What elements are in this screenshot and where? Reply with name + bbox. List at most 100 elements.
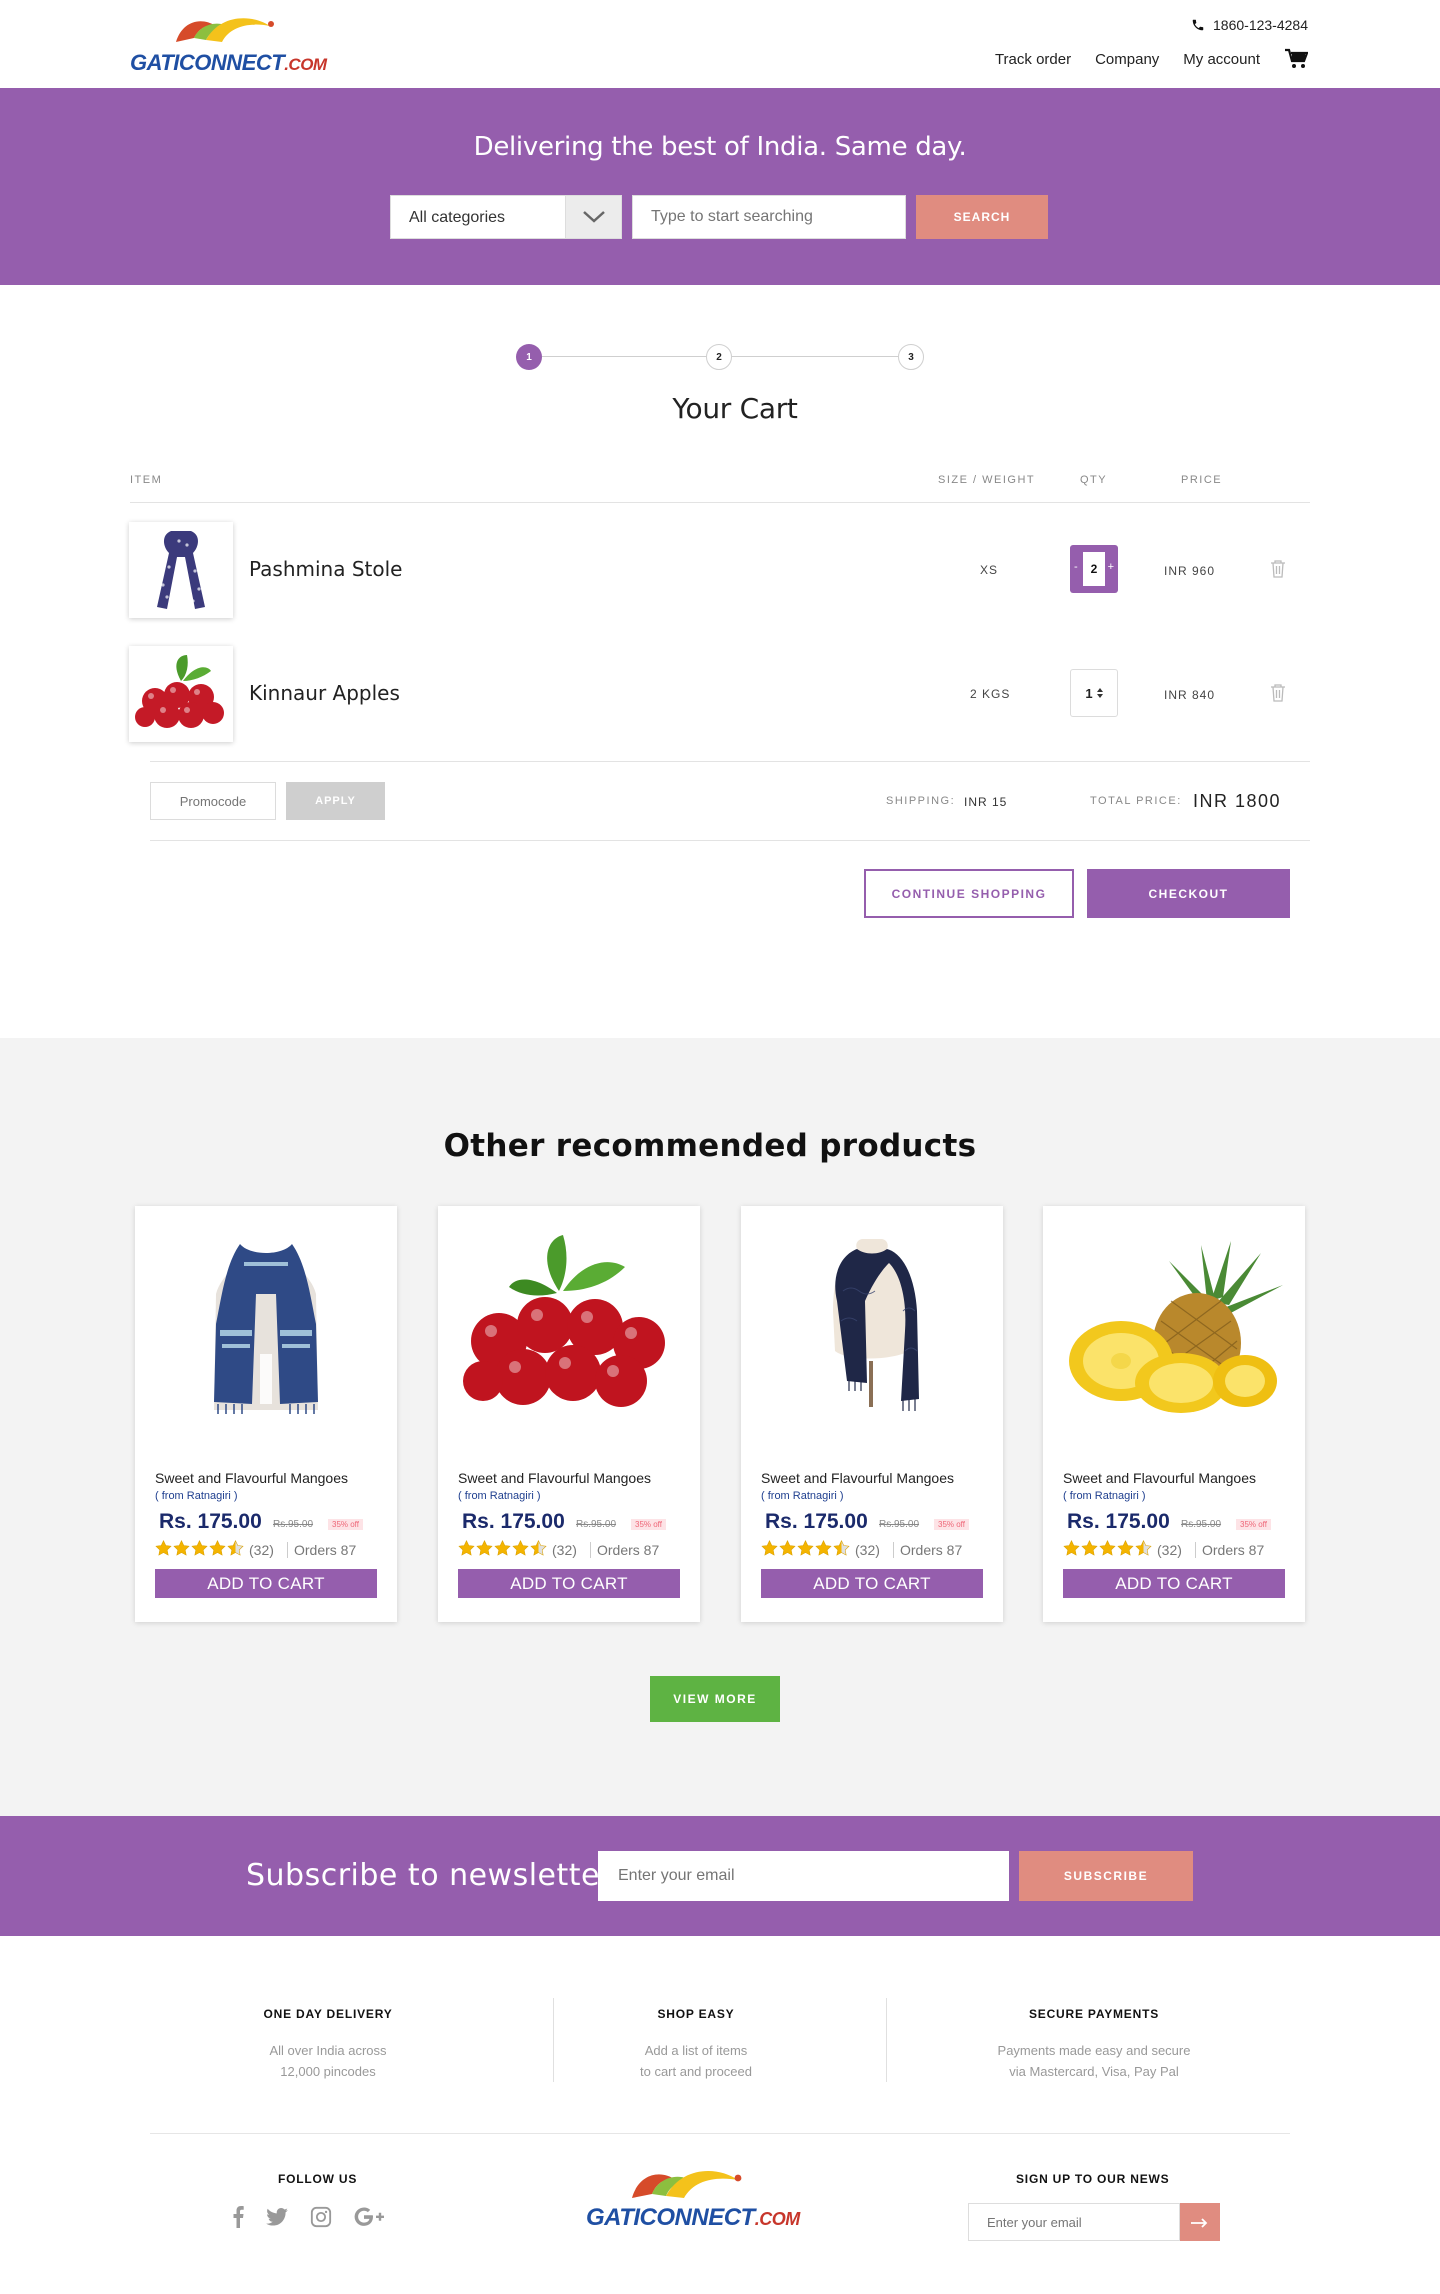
shawl-icon — [833, 1239, 919, 1411]
quantity-value[interactable]: 1 — [1085, 686, 1092, 701]
twitter-icon[interactable] — [266, 2208, 288, 2226]
logo-swoosh-icon — [176, 18, 274, 42]
nav-my-account[interactable]: My account — [1183, 51, 1260, 68]
item-price: INR 960 — [1164, 564, 1216, 578]
star-icon — [494, 1540, 511, 1556]
checkout-button[interactable]: CHECKOUT — [1087, 869, 1290, 918]
product-image[interactable] — [438, 1206, 700, 1446]
chevron-down-icon[interactable] — [565, 196, 621, 238]
step-2[interactable]: 2 — [706, 344, 732, 370]
feature-description: All over India across 12,000 pincodes — [208, 2040, 448, 2082]
feature-line: Add a list of items — [644, 2043, 748, 2058]
product-card[interactable]: Sweet and Flavourful Mangoes ( from Ratn… — [135, 1206, 397, 1622]
item-size: XS — [980, 563, 999, 577]
quantity-stepper[interactable]: - 2 + — [1070, 545, 1118, 593]
product-price: Rs. 175.00 — [159, 1510, 262, 1533]
category-select[interactable]: All categories — [390, 195, 622, 239]
star-rating — [458, 1540, 547, 1556]
product-name[interactable]: Sweet and Flavourful Mangoes — [1063, 1470, 1256, 1486]
apply-button[interactable]: APPLY — [286, 782, 385, 820]
phone-number: 1860-123-4284 — [1213, 17, 1308, 33]
star-icon — [1135, 1540, 1152, 1556]
star-rating — [1063, 1540, 1152, 1556]
order-count: Orders 87 — [590, 1542, 659, 1558]
social-links — [232, 2206, 384, 2228]
quantity-stepper[interactable]: 1 — [1070, 669, 1118, 717]
cart-icon[interactable] — [1284, 48, 1308, 70]
col-size: SIZE / WEIGHT — [938, 474, 1036, 486]
cherries-icon — [463, 1235, 665, 1407]
cart-title: Your Cart — [672, 392, 798, 425]
product-card[interactable]: Sweet and Flavourful Mangoes ( from Ratn… — [1043, 1206, 1305, 1622]
star-icon — [833, 1540, 850, 1556]
footer-logo[interactable]: GATICONNECT.COM — [586, 2164, 816, 2231]
updown-icon[interactable] — [1096, 688, 1103, 698]
nav-track-order[interactable]: Track order — [995, 51, 1071, 68]
item-thumbnail[interactable] — [129, 646, 233, 742]
subscribe-button[interactable]: SUBSCRIBE — [1019, 1851, 1193, 1901]
step-3[interactable]: 3 — [898, 344, 924, 370]
add-to-cart-button[interactable]: ADD TO CART — [458, 1569, 680, 1598]
promocode-input[interactable] — [150, 782, 276, 820]
quantity-value[interactable]: 2 — [1083, 552, 1105, 586]
product-image[interactable] — [1043, 1206, 1305, 1446]
product-name[interactable]: Sweet and Flavourful Mangoes — [458, 1470, 651, 1486]
item-name[interactable]: Kinnaur Apples — [249, 681, 400, 705]
category-selected: All categories — [409, 209, 506, 226]
summary-divider — [150, 840, 1310, 841]
feature-line: via Mastercard, Visa, Pay Pal — [1009, 2064, 1179, 2079]
instagram-icon[interactable] — [310, 2206, 332, 2228]
item-thumbnail[interactable] — [129, 522, 233, 618]
product-card[interactable]: Sweet and Flavourful Mangoes ( from Ratn… — [741, 1206, 1003, 1622]
product-name[interactable]: Sweet and Flavourful Mangoes — [155, 1470, 348, 1486]
col-item: ITEM — [130, 474, 163, 486]
star-icon — [1063, 1540, 1080, 1556]
order-count: Orders 87 — [893, 1542, 962, 1558]
header-phone[interactable]: 1860-123-4284 — [1191, 17, 1308, 33]
newsletter-email-input[interactable] — [598, 1851, 1009, 1901]
star-icon — [815, 1540, 832, 1556]
view-more-button[interactable]: VIEW MORE — [650, 1676, 780, 1722]
add-to-cart-button[interactable]: ADD TO CART — [1063, 1569, 1285, 1598]
order-count: Orders 87 — [287, 1542, 356, 1558]
product-name[interactable]: Sweet and Flavourful Mangoes — [761, 1470, 954, 1486]
logo-dotcom: .COM — [754, 2209, 801, 2229]
item-name[interactable]: Pashmina Stole — [249, 557, 402, 581]
product-price: Rs. 175.00 — [462, 1510, 565, 1533]
google-plus-icon[interactable] — [354, 2207, 384, 2227]
add-to-cart-button[interactable]: ADD TO CART — [155, 1569, 377, 1598]
product-mrp: Rs.95.00 — [1181, 1519, 1222, 1530]
step-connector — [732, 356, 898, 357]
plus-icon[interactable]: + — [1108, 561, 1114, 573]
footer-email-input[interactable] — [968, 2203, 1180, 2241]
pineapple-icon — [1069, 1241, 1283, 1413]
gati-connect-logo[interactable]: GATICONNECT.COM — [130, 12, 340, 78]
product-image[interactable] — [741, 1206, 1003, 1446]
total-label: TOTAL PRICE: — [1090, 795, 1182, 807]
header-nav: Track order Company My account — [995, 48, 1308, 70]
star-icon — [761, 1540, 778, 1556]
product-card[interactable]: Sweet and Flavourful Mangoes ( from Ratn… — [438, 1206, 700, 1622]
add-to-cart-button[interactable]: ADD TO CART — [761, 1569, 983, 1598]
stole-icon — [214, 1244, 318, 1414]
feature-line: to cart and proceed — [639, 2064, 753, 2079]
order-count: Orders 87 — [1195, 1542, 1264, 1558]
trash-icon[interactable] — [1270, 559, 1286, 578]
logo-connect: CONNECT — [639, 2204, 756, 2231]
search-button[interactable]: SEARCH — [916, 195, 1048, 239]
arrow-right-icon[interactable] — [1180, 2203, 1220, 2241]
header-divider — [130, 502, 1310, 503]
product-image[interactable] — [135, 1206, 397, 1446]
feature-divider — [553, 1998, 554, 2082]
trash-icon[interactable] — [1270, 683, 1286, 702]
step-1[interactable]: 1 — [516, 344, 542, 370]
star-icon — [209, 1540, 226, 1556]
search-input[interactable] — [632, 195, 906, 239]
feature-description: Add a list of items to cart and proceed — [576, 2040, 816, 2082]
minus-icon[interactable]: - — [1074, 561, 1078, 573]
nav-company[interactable]: Company — [1095, 51, 1159, 68]
product-origin: ( from Ratnagiri ) — [1063, 1490, 1146, 1502]
continue-shopping-button[interactable]: CONTINUE SHOPPING — [864, 869, 1074, 918]
facebook-icon[interactable] — [232, 2206, 244, 2228]
item-price: INR 840 — [1164, 688, 1216, 702]
